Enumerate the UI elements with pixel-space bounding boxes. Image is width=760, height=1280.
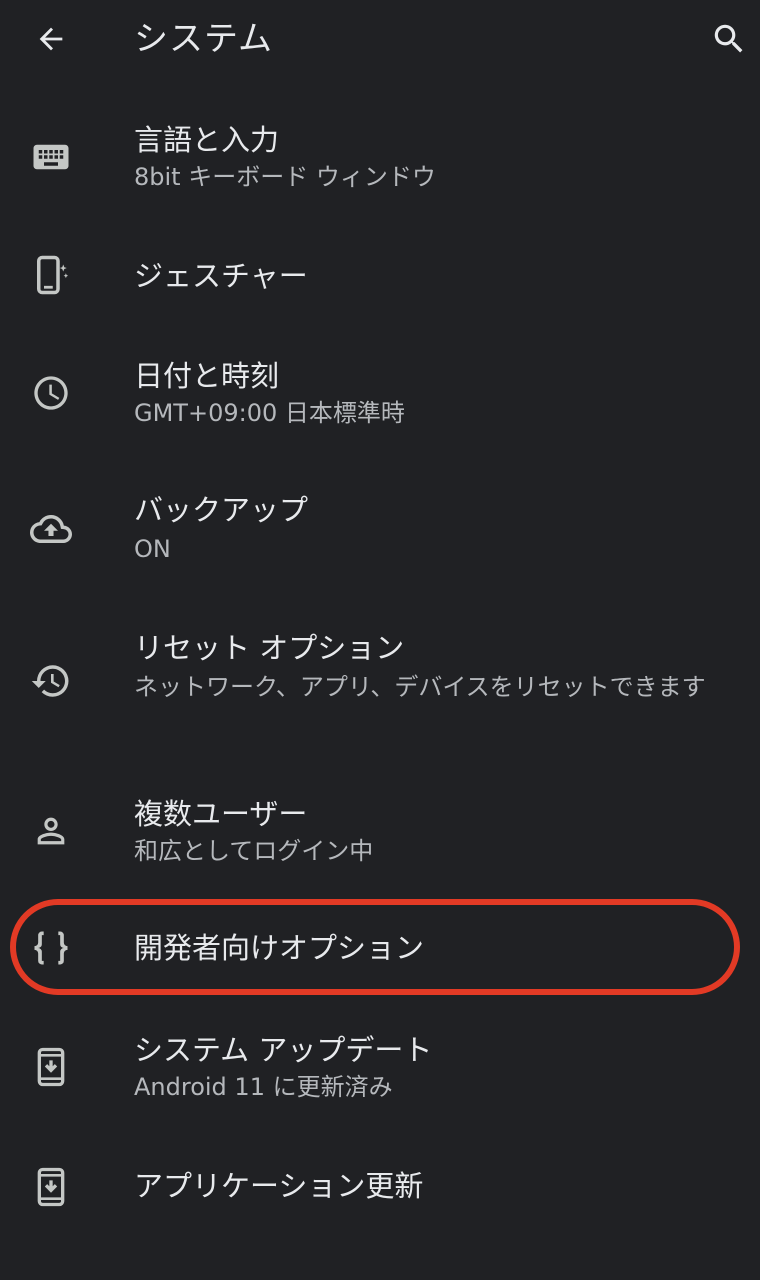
setting-item-app-update[interactable]: アプリケーション更新 [0, 1136, 760, 1240]
keyboard-icon [26, 132, 76, 182]
setting-summary: 和広としてログイン中 [134, 837, 374, 865]
setting-summary: GMT+09:00 日本標準時 [134, 399, 405, 427]
history-icon [26, 656, 76, 706]
person-icon [26, 806, 76, 856]
setting-label: 複数ユーザー [134, 797, 308, 831]
setting-item-gestures[interactable]: ジェスチャー [0, 222, 760, 332]
setting-label: バックアップ [134, 493, 309, 527]
setting-label: リセット オプション [134, 631, 405, 665]
setting-item-date-time[interactable]: 日付と時刻 GMT+09:00 日本標準時 [0, 332, 760, 462]
setting-summary: 8bit キーボード ウィンドウ [134, 163, 436, 191]
cloud-upload-icon [26, 504, 76, 554]
braces-icon [26, 923, 76, 973]
setting-summary: ON [134, 535, 171, 563]
back-button[interactable] [26, 14, 76, 64]
setting-label: システム アップデート [134, 1033, 433, 1067]
app-bar: システム [0, 0, 760, 78]
setting-summary: ネットワーク、アプリ、デバイスをリセットできます [134, 673, 706, 701]
system-update-icon [26, 1042, 76, 1092]
setting-item-language-input[interactable]: 言語と入力 8bit キーボード ウィンドウ [0, 92, 760, 222]
app-update-icon [26, 1162, 76, 1212]
setting-label: 言語と入力 [134, 123, 280, 157]
setting-label: アプリケーション更新 [134, 1169, 424, 1203]
setting-item-developer-options[interactable]: 開発者向けオプション [0, 896, 760, 1000]
setting-item-multiple-users[interactable]: 複数ユーザー 和広としてログイン中 [0, 766, 760, 896]
clock-icon [26, 368, 76, 418]
search-button[interactable] [704, 14, 754, 64]
arrow-back-icon [39, 27, 63, 51]
setting-item-reset-options[interactable]: リセット オプション ネットワーク、アプリ、デバイスをリセットできます [0, 598, 760, 766]
page-title: システム [134, 19, 273, 59]
setting-item-backup[interactable]: バックアップ ON [0, 462, 760, 598]
setting-item-system-update[interactable]: システム アップデート Android 11 に更新済み [0, 1000, 760, 1136]
setting-label: ジェスチャー [134, 259, 308, 293]
search-icon [714, 24, 743, 53]
setting-summary: Android 11 に更新済み [134, 1073, 393, 1101]
setting-label: 開発者向けオプション [134, 931, 425, 965]
setting-label: 日付と時刻 [134, 359, 280, 393]
gesture-phone-icon [26, 250, 76, 300]
